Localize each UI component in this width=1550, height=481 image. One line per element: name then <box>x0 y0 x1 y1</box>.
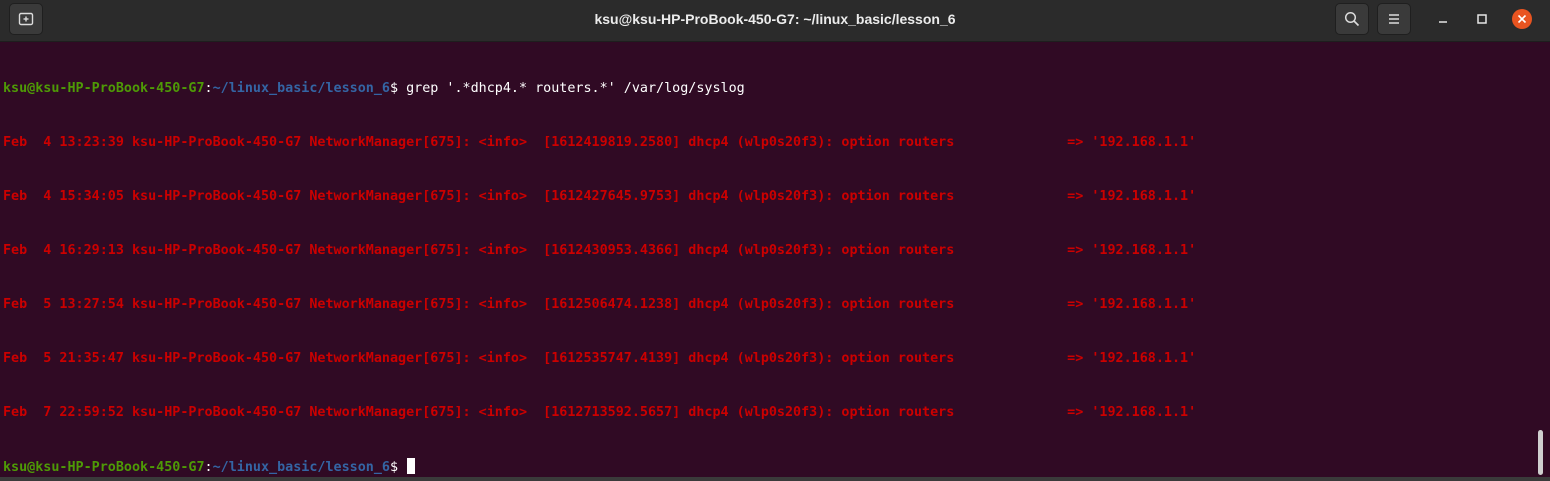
hamburger-menu-icon <box>1389 14 1399 24</box>
prompt-user-host: ksu@ksu-HP-ProBook-450-G7 <box>3 460 205 475</box>
log-line: Feb 4 13:23:39 ksu-HP-ProBook-450-G7 Net… <box>3 135 1197 150</box>
command-line: ksu@ksu-HP-ProBook-450-G7:~/linux_basic/… <box>3 80 1534 98</box>
log-line: Feb 7 22:59:52 ksu-HP-ProBook-450-G7 Net… <box>3 405 1197 420</box>
active-prompt-line[interactable]: ksu@ksu-HP-ProBook-450-G7:~/linux_basic/… <box>3 458 1534 476</box>
prompt-colon: : <box>204 460 213 475</box>
prompt-colon: : <box>204 81 213 96</box>
window-bottom-border <box>0 477 1550 481</box>
title-bar[interactable]: ksu@ksu-HP-ProBook-450-G7: ~/linux_basic… <box>0 0 1550 42</box>
command-text: grep '.*dhcp4.* routers.*' /var/log/sysl… <box>406 81 745 96</box>
log-line: Feb 5 21:35:47 ksu-HP-ProBook-450-G7 Net… <box>3 351 1197 366</box>
terminal-window: ksu@ksu-HP-ProBook-450-G7: ~/linux_basic… <box>0 0 1550 481</box>
minimize-icon <box>1439 21 1447 23</box>
log-line: Feb 4 15:34:05 ksu-HP-ProBook-450-G7 Net… <box>3 189 1197 204</box>
close-icon <box>1517 14 1527 24</box>
terminal-output[interactable]: ksu@ksu-HP-ProBook-450-G7:~/linux_basic/… <box>0 42 1534 481</box>
log-line: Feb 4 16:29:13 ksu-HP-ProBook-450-G7 Net… <box>3 243 1197 258</box>
log-line: Feb 5 13:27:54 ksu-HP-ProBook-450-G7 Net… <box>3 297 1197 312</box>
menu-button[interactable] <box>1377 3 1411 35</box>
close-button[interactable] <box>1508 5 1536 33</box>
maximize-button[interactable] <box>1468 5 1496 33</box>
maximize-icon <box>1477 14 1487 24</box>
prompt-path: ~/linux_basic/lesson_6 <box>212 460 390 475</box>
prompt-user-host: ksu@ksu-HP-ProBook-450-G7 <box>3 81 205 96</box>
search-icon <box>1344 11 1360 27</box>
window-title: ksu@ksu-HP-ProBook-450-G7: ~/linux_basic… <box>594 11 956 27</box>
prompt-dollar: $ <box>389 81 407 96</box>
scrollbar-thumb[interactable] <box>1538 430 1543 475</box>
search-button[interactable] <box>1335 3 1369 35</box>
prompt-path: ~/linux_basic/lesson_6 <box>212 81 390 96</box>
prompt-dollar: $ <box>389 460 407 475</box>
scrollbar[interactable] <box>1534 42 1550 481</box>
text-cursor <box>407 458 416 474</box>
minimize-button[interactable] <box>1429 5 1457 33</box>
